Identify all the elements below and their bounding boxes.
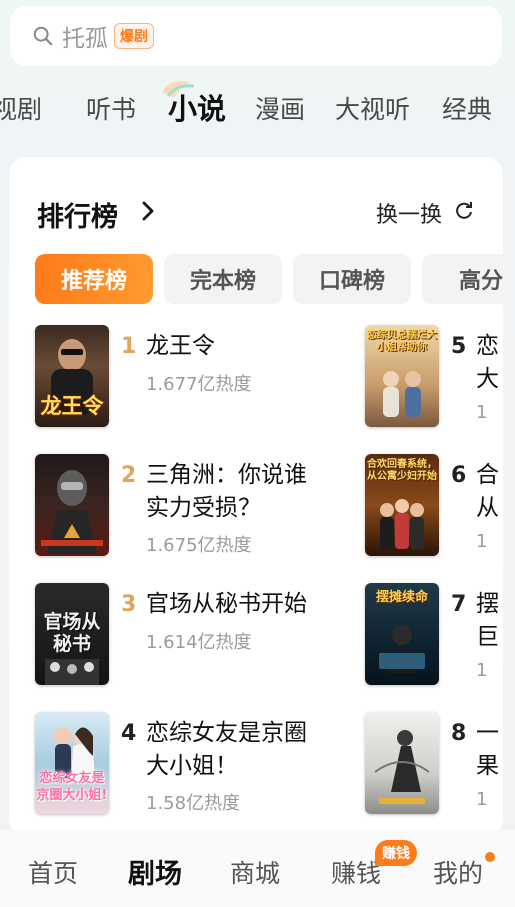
refresh-button[interactable]: 换一换 <box>376 197 442 229</box>
rank-number: 6 <box>451 463 467 488</box>
tab-novel[interactable]: 小说 <box>168 86 226 128</box>
chevron-right-icon[interactable] <box>139 199 157 223</box>
book-cover-title: 恋综女友是京圈大小姐! <box>36 771 108 803</box>
book-cover-title: 官场从秘书 <box>43 611 101 655</box>
tab-tv[interactable]: 视剧 <box>0 90 42 126</box>
ranking-filter-tabs: 推荐榜 完本榜 口碑榜 高分 <box>35 254 503 304</box>
book-cover[interactable]: 恋综贝总摆烂大小姐帮助你 <box>365 325 439 427</box>
ranking-title[interactable]: 排行榜 <box>37 195 118 234</box>
book-title[interactable]: 摆 <box>476 588 503 621</box>
book-heat: 1.675亿热度 <box>146 535 252 556</box>
book-cover[interactable]: 摆摊续命 <box>365 583 439 685</box>
book-cover-title: 摆摊续命 <box>375 590 428 605</box>
book-title[interactable]: 龙王令 <box>146 330 326 363</box>
nav-earn[interactable]: 赚钱 <box>331 854 381 890</box>
book-item[interactable]: 官场从秘书 3 官场从秘书开始 1.614亿热度 <box>35 583 335 687</box>
book-cover[interactable] <box>365 712 439 814</box>
rank-number: 2 <box>121 463 137 488</box>
earn-badge: 赚钱 <box>375 840 417 866</box>
filter-recommended[interactable]: 推荐榜 <box>35 254 153 304</box>
book-title-line2[interactable]: 巨 <box>476 621 503 654</box>
book-cover-title: 恋综贝总摆烂大小姐帮助你 <box>367 330 437 353</box>
search-query-text: 托孤 <box>62 26 108 52</box>
book-title-line2[interactable]: 果 <box>476 750 503 783</box>
book-title-line2[interactable]: 从 <box>476 492 503 525</box>
book-cover[interactable]: 龙王令 <box>35 325 109 427</box>
rank-number: 1 <box>121 334 137 359</box>
book-heat: 1 <box>476 789 488 810</box>
nav-me[interactable]: 我的 <box>433 854 483 890</box>
book-heat: 1.614亿热度 <box>146 632 252 653</box>
book-title[interactable]: 恋 <box>476 330 503 363</box>
filter-high-score[interactable]: 高分 <box>422 254 503 304</box>
tab-classic[interactable]: 经典 <box>442 90 492 126</box>
book-heat: 1 <box>476 660 488 681</box>
book-title[interactable]: 官场从秘书开始 <box>146 588 326 621</box>
book-cover[interactable]: 合欢回春系统，从公寓少妇开始 <box>365 454 439 556</box>
filter-reputation[interactable]: 口碑榜 <box>293 254 411 304</box>
hot-badge: 爆剧 <box>114 23 154 49</box>
tab-audiovisual[interactable]: 大视听 <box>335 90 410 126</box>
book-cover-art <box>41 470 103 554</box>
book-cover[interactable]: 恋综女友是京圈大小姐! <box>35 712 109 814</box>
book-item[interactable]: 2 三角洲：你说谁实力受损？ 1.675亿热度 <box>35 454 335 558</box>
book-title[interactable]: 合 <box>476 459 503 492</box>
book-title-line2[interactable]: 大 <box>476 363 503 396</box>
book-title[interactable]: 三角洲：你说谁实力受损？ <box>146 459 326 525</box>
book-heat: 1 <box>476 531 488 552</box>
bottom-nav: 首页 剧场 商城 赚钱 赚钱 我的 <box>0 830 515 907</box>
rank-number: 5 <box>451 334 467 359</box>
rank-number: 8 <box>451 721 467 746</box>
filter-completed[interactable]: 完本榜 <box>164 254 282 304</box>
rank-number: 7 <box>451 592 467 617</box>
book-item[interactable]: 摆摊续命 7 摆 巨 1 <box>365 583 503 687</box>
rank-number: 4 <box>121 721 137 746</box>
nav-theater[interactable]: 剧场 <box>128 852 182 891</box>
search-icon <box>33 26 53 46</box>
book-heat: 1 <box>476 402 488 423</box>
book-cover-title: 龙王令 <box>40 394 104 418</box>
book-title[interactable]: 恋综女友是京圈大小姐！ <box>146 717 326 783</box>
search-bar[interactable]: 托孤 爆剧 <box>10 6 502 66</box>
nav-home[interactable]: 首页 <box>28 854 78 890</box>
book-item[interactable]: 恋综女友是京圈大小姐! 4 恋综女友是京圈大小姐！ 1.58亿热度 <box>35 712 335 816</box>
tab-comic[interactable]: 漫画 <box>255 90 305 126</box>
book-item[interactable]: 8 一 果 1 <box>365 712 503 816</box>
book-cover[interactable] <box>35 454 109 556</box>
book-cover-art <box>374 730 430 804</box>
notification-dot <box>485 852 495 862</box>
book-item[interactable]: 龙王令 1 龙王令 1.677亿热度 <box>35 325 335 429</box>
book-title[interactable]: 一 <box>476 717 503 750</box>
book-item[interactable]: 合欢回春系统，从公寓少妇开始 6 合 从 1 <box>365 454 503 558</box>
refresh-icon[interactable] <box>454 201 474 221</box>
rank-number: 3 <box>121 592 137 617</box>
book-cover-title: 合欢回春系统，从公寓少妇开始 <box>367 459 437 482</box>
book-heat: 1.677亿热度 <box>146 374 252 395</box>
tab-audiobook[interactable]: 听书 <box>86 90 136 126</box>
book-cover[interactable]: 官场从秘书 <box>35 583 109 685</box>
book-item[interactable]: 恋综贝总摆烂大小姐帮助你 5 恋 大 1 <box>365 325 503 429</box>
channel-tabs: 视剧 听书 小说 漫画 大视听 经典 <box>0 78 515 138</box>
book-heat: 1.58亿热度 <box>146 793 241 814</box>
ranking-card: 排行榜 换一换 推荐榜 完本榜 口碑榜 高分 龙王令 1 龙王令 1.677亿热… <box>9 157 503 837</box>
nav-mall[interactable]: 商城 <box>230 854 280 890</box>
